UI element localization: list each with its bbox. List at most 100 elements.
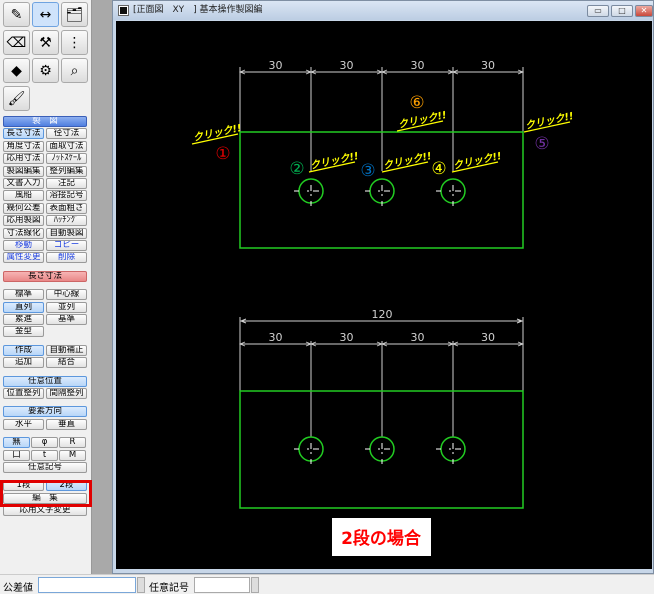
panel-button[interactable]: 累進: [3, 314, 44, 325]
tools-icon: ⚒: [39, 34, 52, 51]
paint-roller-icon: 🖌: [7, 90, 26, 107]
tree-icon: ⋮: [67, 34, 82, 51]
dimension-text: 30: [340, 331, 354, 344]
panel-button[interactable]: 整列編集: [46, 165, 87, 177]
panel-button[interactable]: 金型: [3, 326, 44, 338]
paint-roller-tool-button[interactable]: 🖌: [3, 86, 30, 111]
dimension-text: 120: [372, 308, 393, 321]
panel-button[interactable]: 長さ寸法: [3, 270, 87, 282]
panel-button[interactable]: 作成: [3, 344, 44, 356]
tolerance-input[interactable]: [38, 577, 136, 593]
panel-button[interactable]: 属性変更: [3, 252, 44, 264]
tools-tool-button[interactable]: ⚒: [32, 30, 59, 55]
dimension-text: 30: [340, 59, 354, 72]
click-label: クリック!!: [524, 110, 575, 132]
click-label: クリック!!: [382, 150, 433, 172]
panel-button[interactable]: 幾何公差: [3, 202, 44, 214]
close-button[interactable]: ✕: [635, 5, 653, 17]
dimension-tool-button[interactable]: ↔: [32, 2, 59, 27]
panel-button[interactable]: 水平: [3, 418, 44, 430]
symbol-spinner[interactable]: [251, 577, 259, 593]
panel-button[interactable]: 溶接記号: [46, 190, 87, 202]
dimension-text: 30: [481, 331, 495, 344]
dimension-text: 30: [269, 59, 283, 72]
panel-button[interactable]: 自動補正: [46, 344, 87, 356]
panel-button[interactable]: 間隔整列: [46, 388, 87, 399]
click-label: クリック!!: [192, 122, 243, 144]
panel-button[interactable]: 角度寸法: [3, 140, 44, 152]
panel-button[interactable]: 表面粗さ: [46, 202, 87, 214]
folders-icon: 🗂: [65, 6, 84, 23]
panel-button[interactable]: 位置整列: [3, 388, 44, 399]
panel-button[interactable]: 径寸法: [46, 128, 87, 140]
panel-button[interactable]: 標準: [3, 289, 44, 301]
tolerance-spinner[interactable]: [137, 577, 145, 593]
cube-tool-button[interactable]: ◆: [3, 58, 30, 83]
panel-button[interactable]: φ: [31, 437, 58, 449]
panel-button[interactable]: 直列: [3, 301, 44, 313]
drawing-canvas[interactable]: 30 30 30 30 クリック!! クリック!! クリック!! クリック!! クリック!! クリ…: [116, 21, 652, 569]
panel-button[interactable]: ﾊｯﾁﾝｸﾞ: [46, 215, 87, 227]
dimension-icon: ↔: [39, 6, 52, 23]
window-icon: [118, 5, 129, 16]
panel-button[interactable]: 長さ寸法: [3, 128, 44, 140]
window-title: [正面図 XY ] 基本操作製図編: [133, 5, 263, 15]
toolbox-icon: ⚙: [39, 62, 52, 79]
panel-button[interactable]: 無: [3, 437, 30, 449]
panel-button[interactable]: 自動製図: [46, 227, 87, 239]
drawing-pen-tool-button[interactable]: ✎: [3, 2, 30, 27]
panel-button[interactable]: 面取寸法: [46, 140, 87, 152]
symbol-input[interactable]: [194, 577, 250, 593]
tree-tool-button[interactable]: ⋮: [61, 30, 88, 55]
panel-button[interactable]: 削除: [46, 252, 87, 264]
click-label: クリック!!: [452, 150, 503, 172]
chart-search-icon: ⌕: [70, 62, 79, 79]
panel-button[interactable]: ﾉｯﾄｽｹｰﾙ: [46, 153, 87, 165]
panel-button[interactable]: 中心線: [46, 289, 87, 301]
panel-button[interactable]: 追加: [3, 357, 44, 369]
panel-button[interactable]: 任意記号: [3, 462, 87, 473]
panel-button[interactable]: 口: [3, 449, 30, 461]
minimize-button[interactable]: ▭: [587, 5, 609, 17]
panel-button[interactable]: 垂直: [46, 418, 87, 430]
eraser-tool-button[interactable]: ⌫: [3, 30, 30, 55]
panel-button[interactable]: 文書入力: [3, 178, 44, 189]
panel-button[interactable]: 注記: [46, 178, 87, 189]
highlight-frame: [0, 480, 92, 507]
panel-button[interactable]: M: [59, 449, 86, 461]
step-marker: ④: [431, 159, 446, 179]
mdi-background: [92, 0, 112, 574]
panel-button[interactable]: 基準: [46, 314, 87, 325]
cube-icon: ◆: [11, 62, 22, 79]
panel-button[interactable]: 要素方向: [3, 406, 87, 418]
dimension-text: 30: [411, 331, 425, 344]
panel-button[interactable]: 風船: [3, 190, 44, 202]
toolbox-tool-button[interactable]: ⚙: [32, 58, 59, 83]
panel-button[interactable]: 応用寸法: [3, 153, 44, 165]
panel-button[interactable]: 結合: [46, 357, 87, 369]
panel-button[interactable]: 応用製図: [3, 215, 44, 227]
symbol-label: 任意記号: [149, 583, 189, 594]
panel-button[interactable]: 製 図: [3, 116, 87, 127]
window-titlebar[interactable]: [正面図 XY ] 基本操作製図編 ▭ □ ✕: [113, 1, 653, 20]
dimension-text: 30: [481, 59, 495, 72]
panel-button[interactable]: 製図編集: [3, 165, 44, 177]
panel-button[interactable]: t: [31, 449, 58, 461]
drawing-pen-icon: ✎: [10, 6, 23, 23]
panel-button[interactable]: R: [59, 437, 86, 449]
panel-button[interactable]: 移動: [3, 240, 44, 251]
step-marker: ①: [215, 144, 230, 164]
panel-button[interactable]: 寸法線化: [3, 227, 44, 239]
dimension-text: 30: [411, 59, 425, 72]
panel-button[interactable]: 任意位置: [3, 375, 87, 387]
status-bar: 公差値 任意記号: [0, 574, 654, 594]
dimension-text: 30: [269, 331, 283, 344]
panel-button[interactable]: 並列: [46, 301, 87, 313]
click-label: クリック!!: [309, 150, 360, 172]
maximize-button[interactable]: □: [611, 5, 633, 17]
panel-button[interactable]: コピー: [46, 240, 87, 251]
folders-tool-button[interactable]: 🗂: [61, 2, 88, 27]
tolerance-label: 公差値: [3, 583, 33, 594]
caption-text: 2段の場合: [341, 528, 422, 549]
chart-search-tool-button[interactable]: ⌕: [61, 58, 88, 83]
